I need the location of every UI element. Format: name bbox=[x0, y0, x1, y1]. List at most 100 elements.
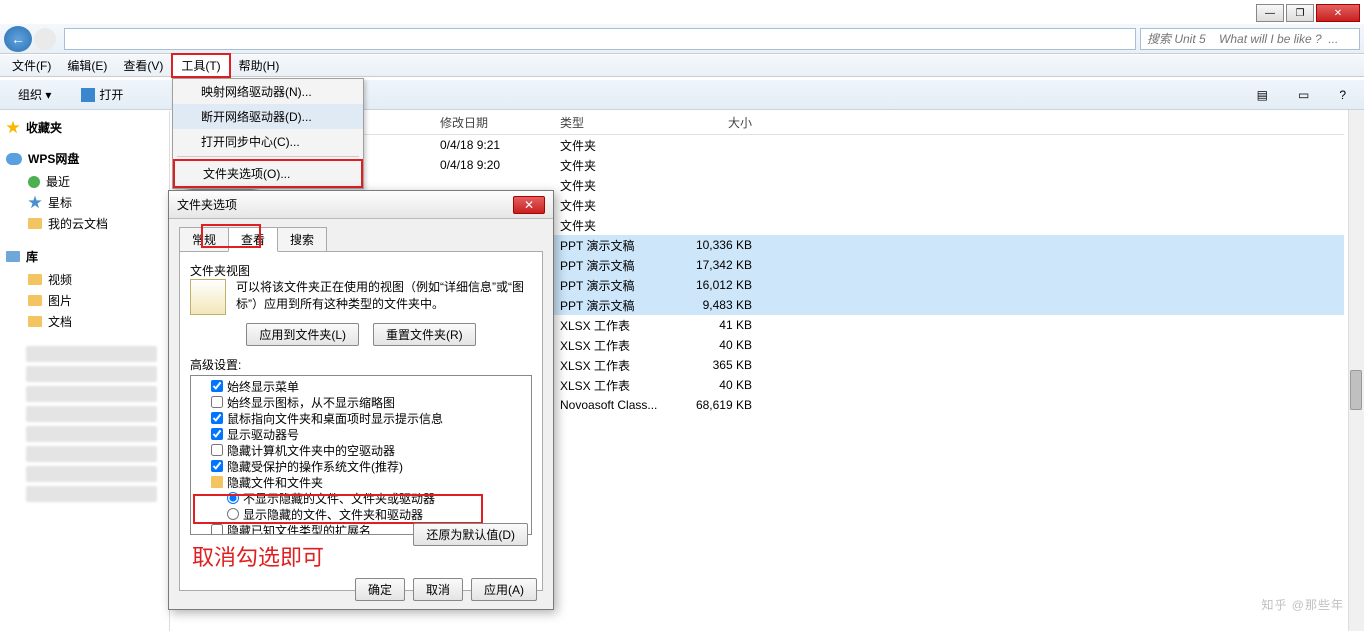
dialog-body: 文件夹视图 可以将该文件夹正在使用的视图（例如“详细信息”或“图标”）应用到所有… bbox=[179, 251, 543, 591]
star-icon bbox=[28, 196, 42, 210]
view-mode-button[interactable]: ▤ bbox=[1249, 86, 1276, 104]
chk-empty-drives[interactable] bbox=[211, 444, 223, 456]
scrollbar[interactable] bbox=[1348, 110, 1364, 631]
dd-sync-center[interactable]: 打开同步中心(C)... bbox=[173, 129, 363, 154]
opt-tooltip: 鼠标指向文件夹和桌面项时显示提示信息 bbox=[227, 410, 443, 427]
sidebar-recent[interactable]: 最近 bbox=[6, 171, 163, 192]
preview-pane-button[interactable]: ▭ bbox=[1290, 86, 1317, 104]
tab-search[interactable]: 搜索 bbox=[277, 227, 327, 252]
folder-options-dialog: 文件夹选项 ✕ 常规 查看 搜索 文件夹视图 可以将该文件夹正在使用的视图（例如… bbox=[168, 190, 554, 610]
radio-show[interactable] bbox=[227, 508, 239, 520]
address-input[interactable] bbox=[64, 28, 1136, 50]
sidebar-mydocs[interactable]: 我的云文档 bbox=[6, 213, 163, 234]
sidebar-blurred-item bbox=[26, 346, 157, 362]
folder-icon bbox=[28, 218, 42, 229]
star-label: 星标 bbox=[48, 194, 72, 211]
annotation-box bbox=[201, 224, 261, 248]
sidebar-pictures[interactable]: 图片 bbox=[6, 290, 163, 311]
chk-drive-letter[interactable] bbox=[211, 428, 223, 440]
sidebar-blurred-item bbox=[26, 446, 157, 462]
chk-icons[interactable] bbox=[211, 396, 223, 408]
sidebar-wps[interactable]: WPS网盘 bbox=[6, 150, 163, 167]
maximize-button[interactable]: ❐ bbox=[1286, 4, 1314, 22]
minimize-button[interactable]: — bbox=[1256, 4, 1284, 22]
favorites-label: 收藏夹 bbox=[26, 119, 62, 136]
back-button[interactable]: ← bbox=[4, 26, 32, 52]
opt-drive-letter: 显示驱动器号 bbox=[227, 426, 299, 443]
dialog-titlebar: 文件夹选项 ✕ bbox=[169, 191, 553, 219]
opt-always-show-menu: 始终显示菜单 bbox=[227, 378, 299, 395]
open-button[interactable]: 打开 bbox=[73, 84, 131, 105]
sidebar-libraries[interactable]: 库 bbox=[6, 248, 163, 265]
pics-label: 图片 bbox=[48, 292, 72, 309]
opt-hide-protected: 隐藏受保护的操作系统文件(推荐) bbox=[227, 458, 403, 475]
dd-map-drive[interactable]: 映射网络驱动器(N)... bbox=[173, 79, 363, 104]
apply-to-folders-button[interactable]: 应用到文件夹(L) bbox=[246, 323, 359, 346]
advanced-label: 高级设置: bbox=[190, 356, 532, 373]
menu-tools[interactable]: 工具(T) bbox=[171, 53, 230, 78]
folder-icon bbox=[211, 476, 223, 488]
opt-hide-extensions: 隐藏已知文件类型的扩展名 bbox=[227, 522, 371, 536]
scroll-thumb[interactable] bbox=[1350, 370, 1362, 410]
radio-hide[interactable] bbox=[227, 492, 239, 504]
dialog-close-button[interactable]: ✕ bbox=[513, 196, 545, 214]
sidebar-video[interactable]: 视频 bbox=[6, 269, 163, 290]
video-label: 视频 bbox=[48, 271, 72, 288]
libs-label: 库 bbox=[26, 248, 38, 265]
col-type[interactable]: 类型 bbox=[560, 114, 680, 131]
dd-disconnect-drive[interactable]: 断开网络驱动器(D)... bbox=[173, 104, 363, 129]
opt-hide-empty-drives: 隐藏计算机文件夹中的空驱动器 bbox=[227, 442, 395, 459]
opt-show-hidden: 显示隐藏的文件、文件夹和驱动器 bbox=[243, 506, 423, 523]
chk-protected[interactable] bbox=[211, 460, 223, 472]
menu-edit[interactable]: 编辑(E) bbox=[59, 55, 115, 76]
sidebar-blurred-item bbox=[26, 426, 157, 442]
cancel-button[interactable]: 取消 bbox=[413, 578, 463, 601]
menu-view[interactable]: 查看(V) bbox=[115, 55, 171, 76]
wps-icon bbox=[81, 88, 95, 102]
sidebar-star[interactable]: 星标 bbox=[6, 192, 163, 213]
organize-button[interactable]: 组织 ▾ bbox=[10, 84, 59, 105]
chk-menu[interactable] bbox=[211, 380, 223, 392]
search-input[interactable] bbox=[1140, 28, 1360, 50]
dd-folder-options[interactable]: 文件夹选项(O)... bbox=[173, 159, 363, 188]
sidebar-blurred-item bbox=[26, 406, 157, 422]
library-icon bbox=[6, 251, 20, 262]
close-button[interactable]: ✕ bbox=[1316, 4, 1360, 22]
sidebar-blurred-item bbox=[26, 386, 157, 402]
sidebar-blurred-item bbox=[26, 366, 157, 382]
menu-help[interactable]: 帮助(H) bbox=[231, 55, 288, 76]
ok-button[interactable]: 确定 bbox=[355, 578, 405, 601]
col-date[interactable]: 修改日期 bbox=[440, 114, 560, 131]
video-icon bbox=[28, 274, 42, 285]
sidebar-blurred-item bbox=[26, 466, 157, 482]
help-button[interactable]: ? bbox=[1331, 86, 1354, 104]
mydocs-label: 我的云文档 bbox=[48, 215, 108, 232]
reset-folders-button[interactable]: 重置文件夹(R) bbox=[373, 323, 476, 346]
cloud-icon bbox=[6, 153, 22, 165]
recent-label: 最近 bbox=[46, 173, 70, 190]
folder-view-icon bbox=[190, 279, 226, 315]
sidebar-documents[interactable]: 文档 bbox=[6, 311, 163, 332]
sidebar-favorites[interactable]: 收藏夹 bbox=[6, 119, 163, 136]
chk-tooltip[interactable] bbox=[211, 412, 223, 424]
forward-button[interactable] bbox=[34, 28, 56, 50]
dd-separator bbox=[177, 156, 359, 157]
opt-dont-show-hidden: 不显示隐藏的文件、文件夹或驱动器 bbox=[243, 490, 435, 507]
pictures-icon bbox=[28, 295, 42, 306]
sidebar-blurred-item bbox=[26, 486, 157, 502]
address-bar: ← bbox=[0, 24, 1364, 54]
tools-dropdown: 映射网络驱动器(N)... 断开网络驱动器(D)... 打开同步中心(C)...… bbox=[172, 78, 364, 189]
docs-label: 文档 bbox=[48, 313, 72, 330]
menu-file[interactable]: 文件(F) bbox=[4, 55, 59, 76]
advanced-settings-list[interactable]: 始终显示菜单 始终显示图标，从不显示缩略图 鼠标指向文件夹和桌面项时显示提示信息… bbox=[190, 375, 532, 535]
restore-defaults-button[interactable]: 还原为默认值(D) bbox=[413, 523, 528, 546]
dialog-tabs: 常规 查看 搜索 bbox=[179, 227, 543, 252]
chk-hide-ext[interactable] bbox=[211, 524, 223, 535]
watermark: 知乎 @那些年 bbox=[1251, 596, 1344, 613]
navigation-sidebar: 收藏夹 WPS网盘 最近 星标 我的云文档 库 视频 图片 文档 bbox=[0, 111, 170, 631]
menu-bar: 文件(F) 编辑(E) 查看(V) 工具(T) 帮助(H) bbox=[0, 55, 1364, 77]
opt-hidden-files-group: 隐藏文件和文件夹 bbox=[227, 474, 323, 491]
apply-button[interactable]: 应用(A) bbox=[471, 578, 537, 601]
col-size[interactable]: 大小 bbox=[680, 114, 760, 131]
folder-view-text: 可以将该文件夹正在使用的视图（例如“详细信息”或“图标”）应用到所有这种类型的文… bbox=[236, 279, 532, 313]
